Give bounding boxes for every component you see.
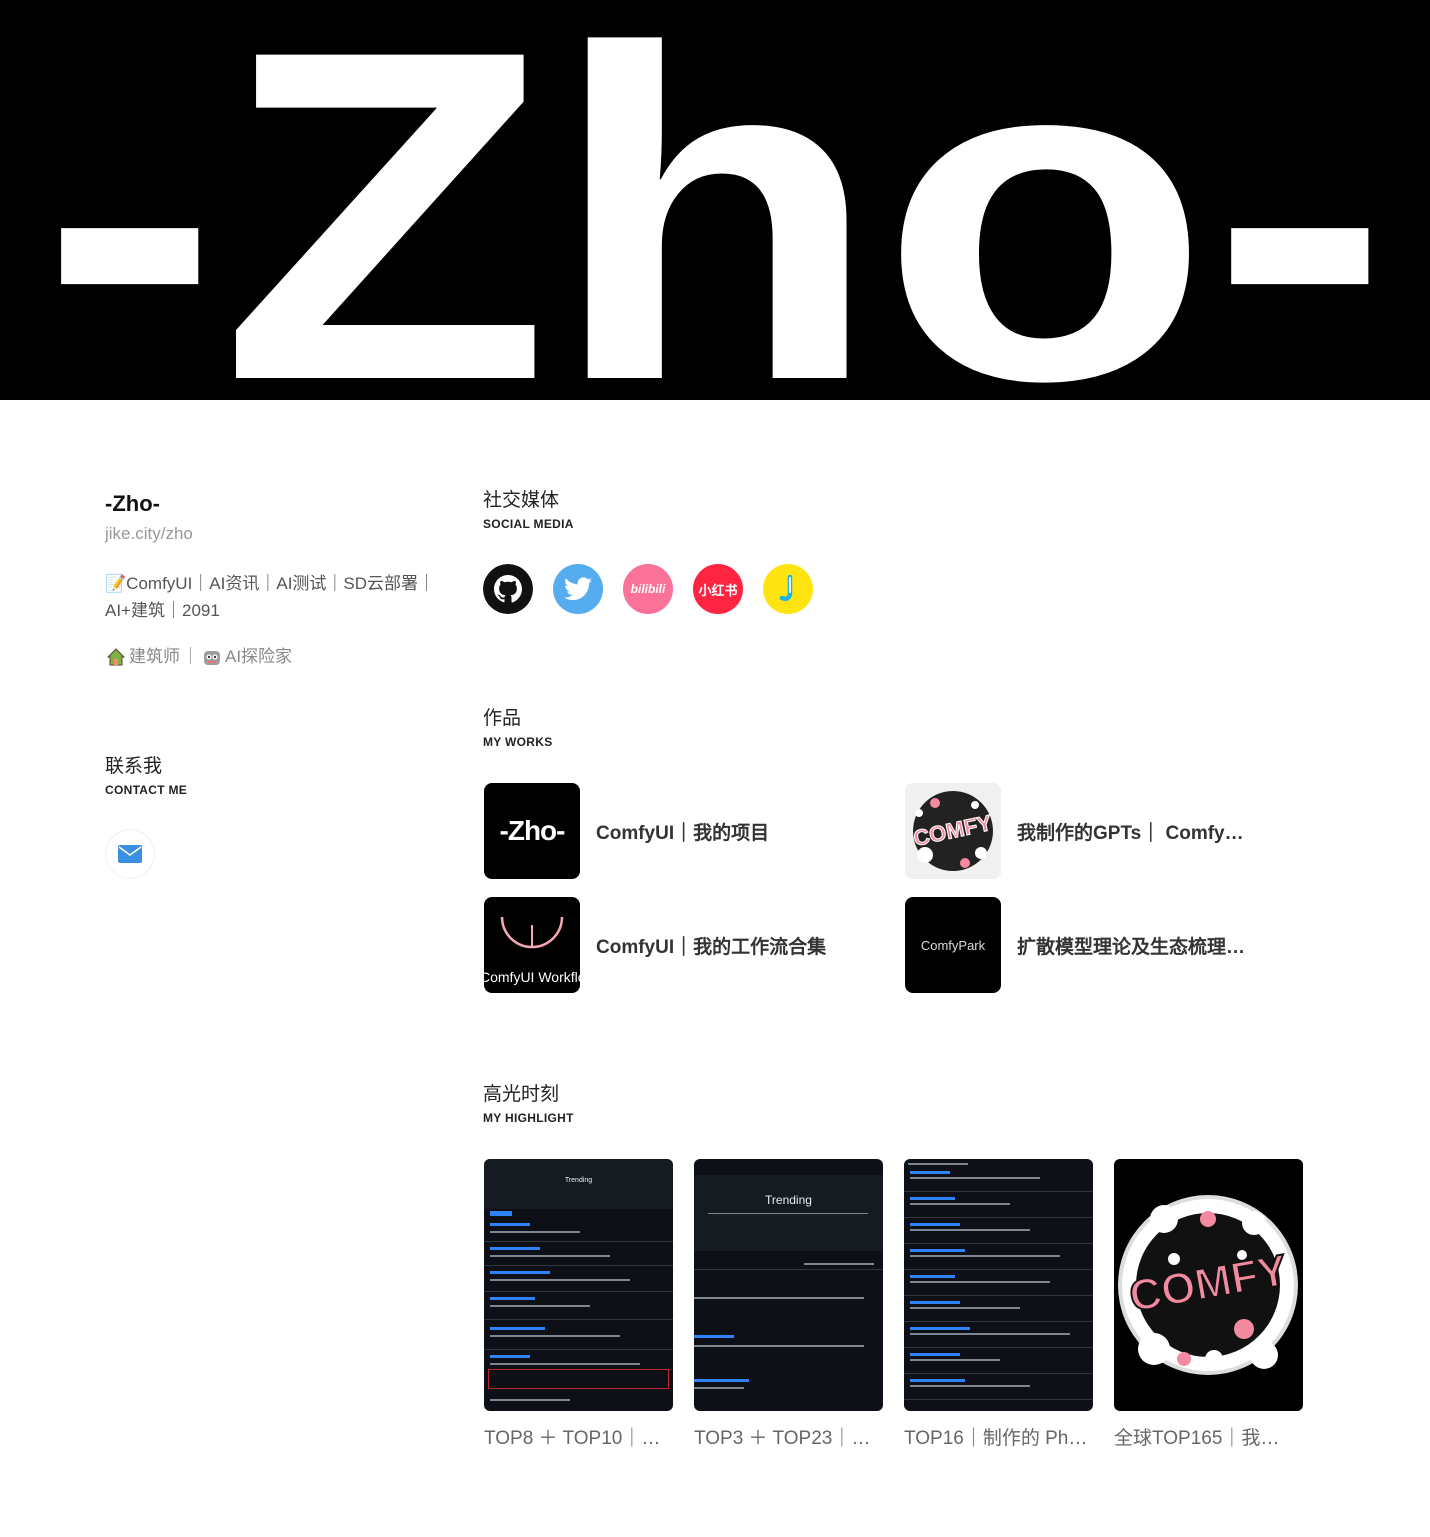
profile-bio-text: ComfyUI｜AI资讯｜AI测试｜SD云部署｜AI+建筑｜2091 (105, 574, 436, 620)
robot-icon (201, 646, 223, 668)
profile-url[interactable]: jike.city/zho (105, 522, 450, 546)
works-subtitle: MY WORKS (483, 735, 553, 749)
xiaohongshu-icon: 小红书 (698, 582, 738, 598)
social-icons: bilibili 小红书 (483, 564, 813, 614)
profile-name: -Zho- (105, 491, 160, 516)
work-title: 扩散模型理论及生态梳理… (1017, 936, 1246, 958)
work-thumbnail: -Zho- (484, 783, 580, 879)
work-item-diffusion-theory[interactable]: ComfyPark 扩散模型理论及生态梳理… (905, 897, 1305, 993)
bilibili-link[interactable]: bilibili (623, 564, 673, 614)
works-section: 作品 MY WORKS (483, 707, 553, 749)
highlight-item[interactable]: Trending TOP8 ＋ TOP10｜… (484, 1159, 673, 1450)
highlight-caption: TOP16｜制作的 Ph… (904, 1428, 1088, 1449)
highlight-box (488, 1369, 669, 1389)
social-section: 社交媒体 SOCIAL MEDIA (483, 489, 574, 531)
work-title: ComfyUI｜我的项目 (596, 822, 770, 844)
tag-separator: ｜ (182, 647, 199, 666)
zho-logo-text: -Zho- (40, 0, 1390, 400)
github-list-screenshot (904, 1159, 1093, 1411)
github-trending-screenshot: Trending (694, 1159, 883, 1411)
zho-logo: -Zho- (40, 0, 1390, 400)
social-title: 社交媒体 (483, 490, 560, 511)
contact-title: 联系我 (105, 756, 163, 777)
jike-icon (779, 574, 793, 602)
highlight-subtitle: MY HIGHLIGHT (483, 1111, 574, 1125)
highlight-item[interactable]: TOP16｜制作的 Ph… (904, 1159, 1093, 1450)
workflow-thumb-text: ComfyUI Workflow (484, 969, 580, 985)
contact-subtitle: CONTACT ME (105, 783, 188, 797)
twitter-icon (564, 577, 592, 601)
social-subtitle: SOCIAL MEDIA (483, 517, 574, 531)
zho-thumb-text: -Zho- (499, 815, 566, 846)
highlight-section: 高光时刻 MY HIGHLIGHT (483, 1083, 574, 1125)
highlight-caption: TOP8 ＋ TOP10｜… (484, 1428, 661, 1449)
work-title: 我制作的GPTs｜ Comfy… (1017, 822, 1244, 844)
comfypark-thumb-text: ComfyPark (920, 937, 986, 953)
jike-link[interactable] (763, 564, 813, 614)
tag-ai-explorer: AI探险家 (225, 647, 293, 666)
work-item-gpts[interactable]: COMFY 我制作的GPTs｜ Comfy… (905, 783, 1305, 879)
email-button[interactable] (105, 829, 155, 879)
work-thumbnail: ComfyPark (905, 897, 1001, 993)
bilibili-icon: bilibili (630, 582, 666, 596)
work-thumbnail: ComfyUI Workflow (484, 897, 580, 993)
github-link[interactable] (483, 564, 533, 614)
header-banner: -Zho- (0, 0, 1430, 400)
highlight-item[interactable]: COMFY 全球TOP165｜我… (1114, 1159, 1303, 1450)
github-trending-screenshot: Trending (484, 1159, 673, 1411)
work-thumbnail: COMFY (905, 783, 1001, 879)
screen-title: Trending (765, 1193, 812, 1207)
github-icon (483, 564, 533, 614)
work-item-comfyui-projects[interactable]: -Zho- ComfyUI｜我的项目 (484, 783, 884, 879)
highlight-item[interactable]: Trending TOP3 ＋ TOP23｜… (694, 1159, 883, 1450)
memo-emoji-icon: 📝 (105, 574, 127, 593)
mail-icon (118, 845, 142, 863)
profile-tags: 建筑师 ｜ AI探险家 (105, 644, 450, 670)
xiaohongshu-link[interactable]: 小红书 (693, 564, 743, 614)
house-icon (105, 646, 127, 668)
profile-bio: 📝ComfyUI｜AI资讯｜AI测试｜SD云部署｜AI+建筑｜2091 (105, 570, 450, 624)
comfy-assistant-image: COMFY (1114, 1159, 1303, 1411)
highlight-caption: 全球TOP165｜我… (1114, 1428, 1280, 1449)
highlight-caption: TOP3 ＋ TOP23｜… (694, 1428, 871, 1449)
work-title: ComfyUI｜我的工作流合集 (596, 936, 827, 958)
contact-section: 联系我 CONTACT ME (105, 755, 187, 797)
tag-architect: 建筑师 (129, 647, 180, 666)
works-title: 作品 (483, 708, 522, 729)
work-item-comfyui-workflows[interactable]: ComfyUI Workflow ComfyUI｜我的工作流合集 (484, 897, 884, 993)
twitter-link[interactable] (553, 564, 603, 614)
screen-header (484, 1159, 673, 1209)
screen-title: Trending (564, 1177, 593, 1184)
highlight-title: 高光时刻 (483, 1084, 560, 1105)
profile-card: -Zho- jike.city/zho 📝ComfyUI｜AI资讯｜AI测试｜S… (105, 490, 450, 670)
